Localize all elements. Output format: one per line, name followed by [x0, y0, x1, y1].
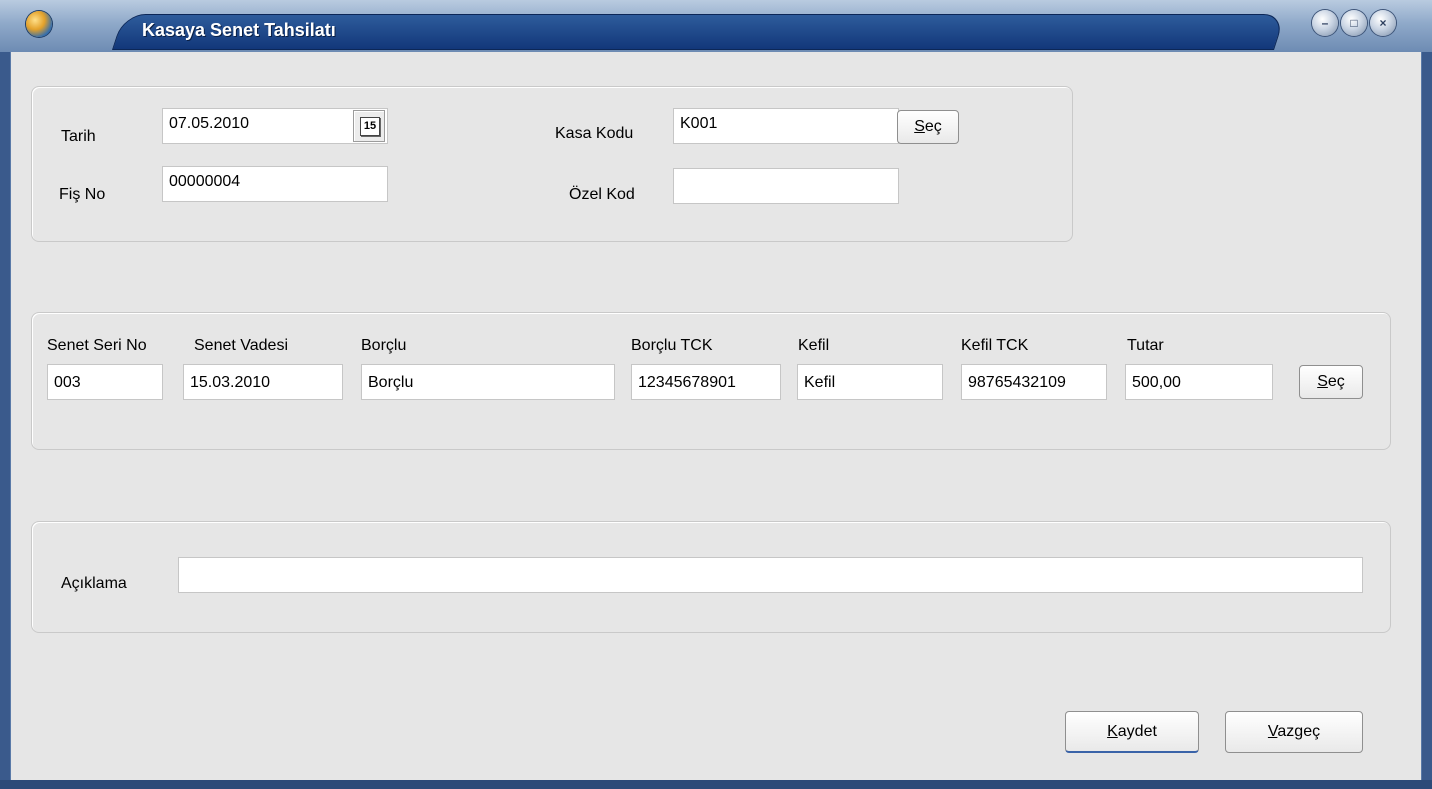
- kasa-kodu-label: Kasa Kodu: [555, 125, 634, 142]
- borclu-tck-field[interactable]: 12345678901: [631, 364, 781, 400]
- client-area: Tarih 07.05.2010 15 Fiş No 00000004 Kasa…: [10, 52, 1422, 780]
- date-label: Tarih: [61, 128, 96, 145]
- fis-no-field[interactable]: 00000004: [162, 166, 388, 202]
- ozel-kod-field[interactable]: [673, 168, 899, 204]
- col-seri-label: Senet Seri No: [47, 337, 147, 354]
- maximize-button[interactable]: □: [1341, 10, 1367, 36]
- seri-no-field[interactable]: 003: [47, 364, 163, 400]
- save-label: aydet: [1117, 723, 1157, 740]
- cancel-label: azgeç: [1277, 723, 1321, 740]
- ozel-kod-label: Özel Kod: [569, 186, 635, 203]
- fis-no-label: Fiş No: [59, 186, 106, 203]
- save-button[interactable]: Kaydet: [1065, 711, 1199, 753]
- calendar-icon: 15: [360, 117, 380, 136]
- senet-select-mnemonic: S: [1317, 373, 1328, 390]
- col-kefil-tck-label: Kefil TCK: [961, 337, 1029, 354]
- kefil-field[interactable]: Kefil: [797, 364, 943, 400]
- col-vade-label: Senet Vadesi: [194, 337, 288, 354]
- close-icon: ×: [1379, 16, 1387, 30]
- calendar-button[interactable]: 15: [353, 110, 385, 142]
- save-mnemonic: K: [1107, 723, 1118, 740]
- cancel-mnemonic: V: [1267, 723, 1278, 740]
- kasa-kodu-field[interactable]: K001: [673, 108, 899, 144]
- maximize-icon: □: [1350, 16, 1358, 30]
- globe-icon[interactable]: [26, 11, 52, 37]
- col-borclu-tck-label: Borçlu TCK: [631, 337, 713, 354]
- window-bottom-border: [0, 780, 1432, 789]
- senet-select-button[interactable]: Seç: [1299, 365, 1363, 399]
- minimize-icon: –: [1321, 16, 1329, 30]
- borclu-field[interactable]: Borçlu: [361, 364, 615, 400]
- window: Kasaya Senet Tahsilatı – □ × Tarih 07.05…: [0, 0, 1432, 789]
- title-bar[interactable]: Kasaya Senet Tahsilatı – □ ×: [0, 0, 1432, 52]
- aciklama-field[interactable]: [178, 557, 1363, 593]
- kefil-tck-field[interactable]: 98765432109: [961, 364, 1107, 400]
- window-title: Kasaya Senet Tahsilatı: [142, 20, 336, 40]
- col-borclu-label: Borçlu: [361, 337, 407, 354]
- close-button[interactable]: ×: [1370, 10, 1396, 36]
- senet-select-label: eç: [1327, 373, 1345, 390]
- col-kefil-label: Kefil: [798, 337, 830, 354]
- aciklama-label: Açıklama: [61, 575, 127, 592]
- kasa-select-button[interactable]: Seç: [897, 110, 959, 144]
- kasa-select-label: eç: [924, 118, 942, 135]
- vade-field[interactable]: 15.03.2010: [183, 364, 343, 400]
- cancel-button[interactable]: Vazgeç: [1225, 711, 1363, 753]
- tutar-field[interactable]: 500,00: [1125, 364, 1273, 400]
- minimize-button[interactable]: –: [1312, 10, 1338, 36]
- col-tutar-label: Tutar: [1127, 337, 1164, 354]
- kasa-select-mnemonic: S: [914, 118, 925, 135]
